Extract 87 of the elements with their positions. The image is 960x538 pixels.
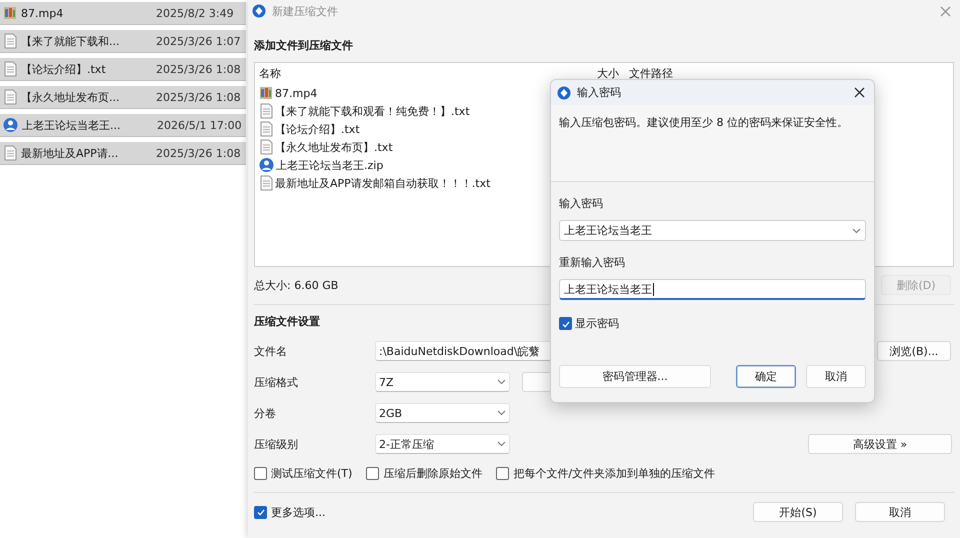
file-name: 最新地址及APP请... [21, 146, 120, 160]
file-name[interactable]: 87.mp4 [275, 86, 318, 100]
dropdown[interactable]: 2GB [375, 403, 510, 423]
field-label: 文件名 [254, 344, 288, 358]
file-date: 2025/3/26 1:08 [156, 146, 241, 160]
file-name[interactable]: 上老王论坛当老王.zip [276, 158, 384, 172]
file-date: 2025/3/26 1:07 [156, 34, 241, 48]
close-icon [939, 4, 952, 18]
file-date: 2025/3/26 1:08 [156, 90, 241, 104]
window-title: 新建压缩文件 [272, 4, 338, 18]
checkbox-label[interactable]: 测试压缩文件(T) [271, 466, 352, 480]
chevron-down-icon [497, 410, 506, 416]
text-file-icon [259, 103, 273, 119]
video-file-icon [3, 5, 17, 21]
dialog-title: 输入密码 [577, 85, 621, 100]
app-icon [557, 86, 571, 100]
section-title: 添加文件到压缩文件 [254, 38, 353, 53]
chevron-down-icon [497, 441, 506, 447]
video-file-icon [259, 85, 273, 101]
total-size: 总大小: 6.60 GB [254, 278, 338, 292]
field-label: 压缩格式 [254, 374, 299, 390]
checkbox-label[interactable]: 把每个文件/文件夹添加到单独的压缩文件 [513, 466, 716, 480]
column-header[interactable]: 大小 [597, 67, 629, 80]
text-file-icon [3, 145, 17, 161]
checkbox[interactable] [254, 506, 267, 518]
column-header[interactable]: 文件路径 [629, 67, 673, 80]
file-name[interactable]: 【永久地址发布页】.txt [275, 140, 393, 154]
field-label: 压缩级别 [254, 436, 299, 452]
close-icon [853, 86, 866, 99]
file-row[interactable]: 【来了就能下载和... 2025/3/26 1:07 [0, 30, 246, 53]
text-file-icon [259, 121, 273, 137]
field-label: 输入密码 [559, 196, 604, 211]
dropdown-value: 2GB [379, 406, 402, 420]
checkbox[interactable] [496, 466, 510, 480]
section-title: 压缩文件设置 [254, 314, 320, 329]
chevron-down-icon [497, 379, 506, 385]
column-header[interactable]: 名称 [259, 67, 597, 80]
file-row[interactable]: 87.mp4 2025/8/2 3:49 [0, 2, 246, 25]
field-value: 上老王论坛当老王 [564, 223, 652, 238]
checkbox-label[interactable]: 压缩后删除原始文件 [383, 466, 482, 480]
file-date: 2026/5/1 17:00 [157, 118, 242, 132]
checkbox[interactable] [254, 466, 267, 480]
close-button[interactable] [853, 86, 866, 99]
checkbox[interactable] [366, 466, 380, 480]
archive-file-icon [3, 117, 18, 133]
browse-button[interactable]: 浏览(B)... [877, 341, 951, 361]
file-name: 【来了就能下载和... [21, 34, 120, 48]
checkbox-label[interactable]: 更多选项... [271, 504, 326, 520]
file-name: 87.mp4 [21, 6, 64, 20]
chevron-down-icon [852, 228, 861, 234]
dropdown-value: 2-正常压缩 [379, 436, 434, 452]
file-name[interactable]: 最新地址及APP请发邮箱自动获取！！！.txt [275, 176, 490, 190]
file-name[interactable]: 【来了就能下载和观看！纯免费！】.txt [275, 104, 470, 118]
file-name: 上老王论坛当老王... [22, 118, 122, 132]
file-row[interactable]: 【论坛介绍】.txt 2025/3/26 1:08 [0, 58, 246, 81]
file-date: 2025/3/26 1:08 [156, 62, 241, 76]
start-button[interactable]: 开始(S) [753, 502, 843, 522]
file-row[interactable]: 【永久地址发布页... 2025/3/26 1:08 [0, 86, 246, 109]
text-file-icon [3, 89, 17, 105]
text-file-icon [3, 33, 17, 49]
app-icon [252, 4, 266, 18]
file-date: 2025/8/2 3:49 [156, 6, 234, 20]
text-file-icon [3, 61, 17, 77]
password-combo-field[interactable]: 上老王论坛当老王 [559, 220, 866, 241]
text-file-icon [259, 175, 273, 191]
password-manager-button[interactable]: 密码管理器... [559, 365, 711, 388]
field-label: 重新输入密码 [559, 255, 626, 270]
field-label: 分卷 [254, 406, 277, 420]
check-icon [256, 507, 266, 517]
dropdown[interactable]: 2-正常压缩 [375, 434, 510, 454]
cancel-button[interactable]: 取消 [806, 365, 866, 388]
password-input-field[interactable]: 上老王论坛当老王 [559, 279, 866, 300]
checkbox[interactable] [559, 317, 572, 330]
cancel-button[interactable]: 取消 [855, 502, 945, 522]
text-file-icon [259, 139, 273, 155]
file-name: 【永久地址发布页... [21, 90, 120, 104]
file-name[interactable]: 【论坛介绍】.txt [275, 122, 360, 136]
archive-file-icon [259, 157, 274, 173]
advanced-settings-button[interactable]: 高级设置 » [808, 434, 952, 454]
dropdown-value: 7Z [379, 376, 394, 388]
file-row[interactable]: 最新地址及APP请... 2025/3/26 1:08 [0, 142, 246, 165]
ok-button[interactable]: 确定 [736, 365, 796, 388]
dialog-description: 输入压缩包密码。建议使用至少 8 位的密码来保证安全性。 [551, 105, 874, 182]
file-name: 【论坛介绍】.txt [21, 62, 107, 76]
checkbox-label[interactable]: 显示密码 [575, 316, 619, 331]
file-row[interactable]: 上老王论坛当老王... 2026/5/1 17:00 [0, 114, 246, 137]
dropdown[interactable]: 7Z [375, 372, 510, 392]
